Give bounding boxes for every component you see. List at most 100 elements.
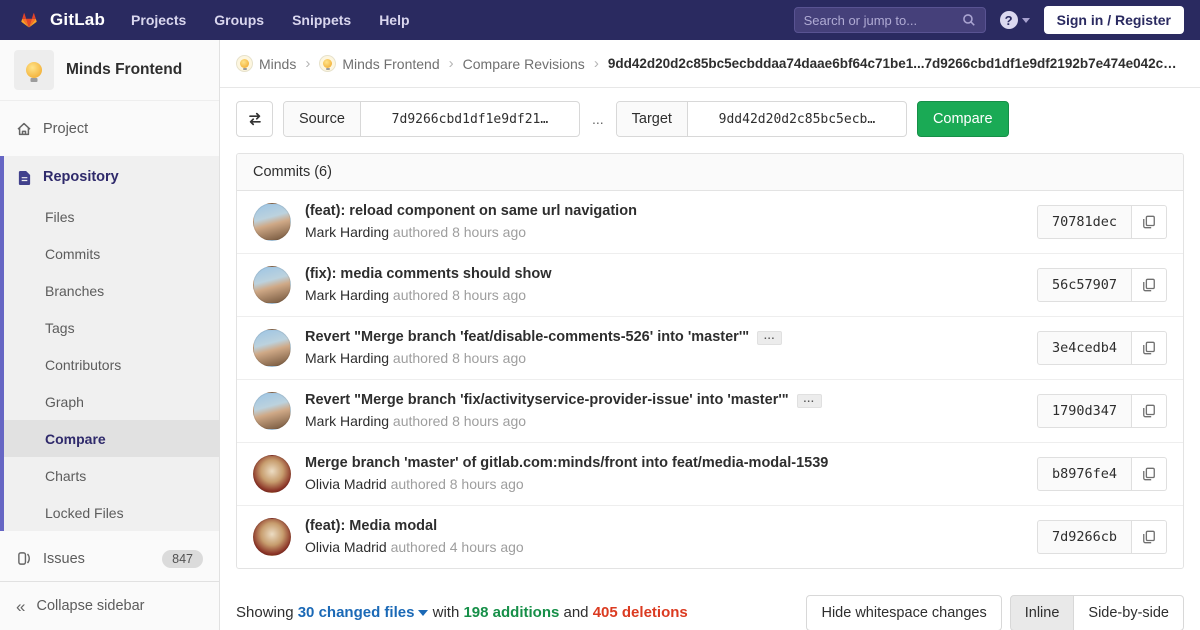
project-title: Minds Frontend bbox=[66, 61, 183, 78]
sidebar-item-issues[interactable]: Issues 847 bbox=[0, 536, 219, 581]
commit-title[interactable]: Revert "Merge branch 'feat/disable-comme… bbox=[305, 327, 749, 348]
commit-sha[interactable]: 70781dec bbox=[1036, 205, 1132, 239]
commit-author[interactable]: Olivia Madrid bbox=[305, 539, 387, 555]
help-menu[interactable]: ? bbox=[999, 11, 1030, 29]
caret-down-icon bbox=[418, 610, 429, 616]
sidebar-item-commits[interactable]: Commits bbox=[4, 235, 219, 272]
commit-title[interactable]: Revert "Merge branch 'fix/activityservic… bbox=[305, 390, 789, 411]
additions-count: 198 additions bbox=[463, 604, 560, 621]
project-avatar bbox=[319, 55, 337, 72]
breadcrumb-item-minds-frontend[interactable]: Minds Frontend bbox=[319, 55, 440, 72]
copy-icon bbox=[1142, 530, 1156, 544]
sidebar-item-compare[interactable]: Compare bbox=[4, 420, 219, 457]
commit-sha[interactable]: 56c57907 bbox=[1036, 268, 1132, 302]
commit-ellipsis-button[interactable]: ... bbox=[796, 393, 822, 408]
sidebar-item-graph[interactable]: Graph bbox=[4, 383, 219, 420]
commit-author[interactable]: Mark Harding bbox=[305, 350, 389, 366]
top-navbar: GitLab Projects Groups Snippets Help Search… bbox=[0, 0, 1200, 40]
copy-sha-button[interactable] bbox=[1132, 205, 1167, 239]
project-context-link[interactable]: Minds Frontend bbox=[0, 40, 219, 101]
compare-button[interactable]: Compare bbox=[916, 101, 1009, 137]
sidebar-item-tags[interactable]: Tags bbox=[4, 309, 219, 346]
changed-files-dropdown[interactable]: 30 changed files bbox=[298, 604, 429, 621]
breadcrumb-separator: › bbox=[305, 55, 311, 72]
commit-title[interactable]: (feat): reload component on same url nav… bbox=[305, 201, 637, 222]
commits-header: Commits (6) bbox=[237, 154, 1183, 191]
copy-sha-button[interactable] bbox=[1132, 331, 1167, 365]
range-separator: ... bbox=[591, 111, 604, 127]
nav-links: Projects Groups Snippets Help bbox=[131, 12, 410, 28]
search-placeholder: Search or jump to... bbox=[803, 12, 918, 28]
commit-sha[interactable]: 1790d347 bbox=[1036, 394, 1132, 428]
copy-sha-button[interactable] bbox=[1132, 394, 1167, 428]
sidebar-item-branches[interactable]: Branches bbox=[4, 272, 219, 309]
copy-sha-button[interactable] bbox=[1132, 268, 1167, 302]
collapse-sidebar-button[interactable]: « Collapse sidebar bbox=[0, 581, 219, 630]
commit-row: Revert "Merge branch 'fix/activityservic… bbox=[237, 379, 1183, 442]
commit-author[interactable]: Mark Harding bbox=[305, 287, 389, 303]
copy-icon bbox=[1142, 341, 1156, 355]
collapse-label: Collapse sidebar bbox=[36, 598, 145, 614]
commit-ellipsis-button[interactable]: ... bbox=[757, 330, 783, 345]
diff-summary-bar: Showing 30 changed files with 198 additi… bbox=[236, 595, 1184, 630]
commit-author[interactable]: Olivia Madrid bbox=[305, 476, 387, 492]
commit-sha[interactable]: b8976fe4 bbox=[1036, 457, 1132, 491]
inline-view-button[interactable]: Inline bbox=[1009, 595, 1075, 630]
project-avatar bbox=[14, 50, 54, 90]
sidebar: Minds Frontend Project Repository Files … bbox=[0, 40, 220, 630]
swap-revisions-button[interactable] bbox=[236, 101, 273, 137]
nav-link-projects[interactable]: Projects bbox=[131, 12, 186, 28]
breadcrumb-current-range: 9dd42d20d2c85bc5ecbddaa74daae6bf64c71be1… bbox=[607, 56, 1184, 71]
sidebar-item-contributors[interactable]: Contributors bbox=[4, 346, 219, 383]
repository-subnav: Files Commits Branches Tags Contributors Grap… bbox=[4, 198, 219, 531]
commit-title[interactable]: (fix): media comments should show bbox=[305, 264, 552, 285]
source-ref-input[interactable]: 7d9266cbd1df1e9df21… bbox=[361, 102, 579, 136]
commit-title[interactable]: (feat): Media modal bbox=[305, 516, 437, 537]
commit-row: (feat): Media modal Olivia Madrid author… bbox=[237, 505, 1183, 568]
commit-sha[interactable]: 3e4cedb4 bbox=[1036, 331, 1132, 365]
copy-icon bbox=[1142, 278, 1156, 292]
sidebar-item-locked-files[interactable]: Locked Files bbox=[4, 494, 219, 531]
commit-list: (feat): reload component on same url nav… bbox=[237, 191, 1183, 568]
avatar[interactable] bbox=[253, 203, 291, 241]
breadcrumb-item-minds[interactable]: Minds bbox=[236, 55, 296, 72]
commit-sha[interactable]: 7d9266cb bbox=[1036, 520, 1132, 554]
sidebar-item-project[interactable]: Project bbox=[0, 106, 219, 151]
commit-meta: authored 8 hours ago bbox=[392, 287, 527, 303]
nav-link-help[interactable]: Help bbox=[379, 12, 409, 28]
home-icon bbox=[16, 121, 32, 137]
commit-title[interactable]: Merge branch 'master' of gitlab.com:mind… bbox=[305, 453, 828, 474]
commit-meta: authored 8 hours ago bbox=[392, 224, 527, 240]
sidebar-item-label: Repository bbox=[43, 169, 119, 185]
nav-link-groups[interactable]: Groups bbox=[214, 12, 264, 28]
target-ref-input[interactable]: 9dd42d20d2c85bc5ecb… bbox=[688, 102, 906, 136]
sign-in-button[interactable]: Sign in / Register bbox=[1043, 6, 1184, 34]
lightbulb-icon bbox=[26, 62, 42, 78]
gitlab-logo[interactable]: GitLab bbox=[16, 7, 105, 33]
document-icon bbox=[16, 170, 32, 185]
diff-view-controls: Hide whitespace changes Inline Side-by-s… bbox=[806, 595, 1184, 630]
copy-sha-button[interactable] bbox=[1132, 520, 1167, 554]
hide-whitespace-button[interactable]: Hide whitespace changes bbox=[806, 595, 1002, 630]
nav-link-snippets[interactable]: Snippets bbox=[292, 12, 351, 28]
copy-icon bbox=[1142, 215, 1156, 229]
commit-meta: authored 8 hours ago bbox=[392, 350, 527, 366]
commit-row: (feat): reload component on same url nav… bbox=[237, 191, 1183, 253]
commit-author[interactable]: Mark Harding bbox=[305, 413, 389, 429]
avatar[interactable] bbox=[253, 329, 291, 367]
copy-sha-button[interactable] bbox=[1132, 457, 1167, 491]
avatar[interactable] bbox=[253, 455, 291, 493]
avatar[interactable] bbox=[253, 392, 291, 430]
search-input[interactable]: Search or jump to... bbox=[793, 7, 986, 33]
avatar[interactable] bbox=[253, 266, 291, 304]
deletions-count: 405 deletions bbox=[592, 604, 688, 621]
avatar[interactable] bbox=[253, 518, 291, 556]
sidebar-item-charts[interactable]: Charts bbox=[4, 457, 219, 494]
commit-author[interactable]: Mark Harding bbox=[305, 224, 389, 240]
sidebar-item-repository[interactable]: Repository bbox=[4, 156, 219, 198]
commit-row: Revert "Merge branch 'feat/disable-comme… bbox=[237, 316, 1183, 379]
commit-row: Merge branch 'master' of gitlab.com:mind… bbox=[237, 442, 1183, 505]
sidebar-item-files[interactable]: Files bbox=[4, 198, 219, 235]
side-by-side-view-button[interactable]: Side-by-side bbox=[1074, 595, 1184, 630]
breadcrumb-item-compare-revisions[interactable]: Compare Revisions bbox=[463, 56, 585, 72]
